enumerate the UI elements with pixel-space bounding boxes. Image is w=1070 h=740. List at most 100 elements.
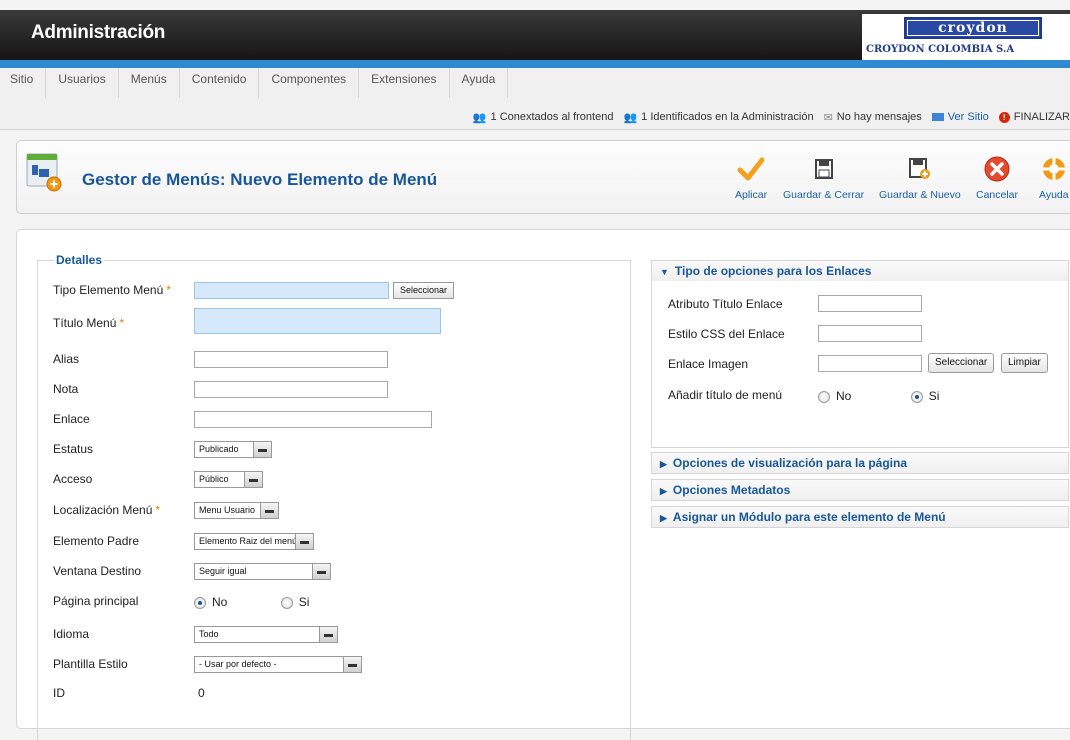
save-close-button[interactable]: Guardar & Cerrar bbox=[783, 153, 864, 201]
tipo-label-text: Tipo Elemento Menú bbox=[53, 283, 164, 297]
plantilla-label: Plantilla Estilo bbox=[53, 657, 128, 671]
titulo-label-text: Título Menú bbox=[53, 316, 117, 330]
monitor-icon bbox=[931, 113, 944, 121]
page-display-pane: ▶ Opciones de visualización para la págin… bbox=[651, 452, 1069, 474]
localizacion-label: Localización Menú * bbox=[53, 503, 183, 517]
apply-button[interactable]: Aplicar bbox=[735, 153, 767, 201]
tipo-input[interactable] bbox=[194, 281, 389, 299]
users-icon: 👥 bbox=[472, 111, 487, 124]
acceso-value: Público bbox=[199, 473, 229, 484]
help-button[interactable]: Ayuda bbox=[1039, 153, 1069, 201]
save-new-label: Guardar & Nuevo bbox=[879, 189, 961, 201]
status-admin-text: 1 Identificados en la Administración bbox=[641, 111, 814, 123]
nota-label: Nota bbox=[53, 382, 79, 396]
anadir-si-label: Si bbox=[928, 389, 940, 403]
cancel-button[interactable]: Cancelar bbox=[976, 153, 1018, 201]
nota-input[interactable] bbox=[194, 380, 388, 398]
menu-item-ayuda[interactable]: Ayuda bbox=[450, 68, 509, 98]
tipo-select-button[interactable]: Seleccionar bbox=[393, 281, 455, 299]
anadir-no-radio[interactable] bbox=[818, 390, 830, 403]
imagen-clear-button[interactable]: Limpiar bbox=[1001, 353, 1048, 373]
module-assign-header[interactable]: ▶ Asignar un Módulo para este elemento de… bbox=[652, 507, 1068, 527]
save-new-button[interactable]: Guardar & Nuevo bbox=[879, 153, 961, 201]
menu-item-extensiones[interactable]: Extensiones bbox=[359, 68, 450, 98]
menu-item-menus[interactable]: Menús bbox=[119, 68, 180, 98]
logo-box: croydon bbox=[904, 17, 1042, 39]
status-admin: 👥 1 Identificados en la Administración bbox=[623, 111, 813, 124]
content-area: Detalles Tipo Elemento Menú * Seleccionar… bbox=[16, 229, 1070, 740]
header-title: Administración bbox=[31, 22, 166, 43]
css-label: Estilo CSS del Enlace bbox=[668, 327, 785, 341]
toolbar: Gestor de Menús: Nuevo Elemento de Menú … bbox=[16, 140, 1070, 214]
metadata-pane: ▶ Opciones Metadatos bbox=[651, 479, 1069, 501]
css-input[interactable] bbox=[818, 325, 922, 342]
enlace-label: Enlace bbox=[53, 412, 90, 426]
padre-select[interactable]: Elemento Raiz del menú bbox=[194, 532, 314, 550]
principal-si-radio[interactable] bbox=[280, 596, 293, 609]
view-site-link[interactable]: Ver Sitio bbox=[931, 111, 989, 123]
logo-subtitle: CROYDON COLOMBIA S.A bbox=[866, 44, 1015, 55]
module-assign-pane: ▶ Asignar un Módulo para este elemento de… bbox=[651, 506, 1069, 528]
acceso-label: Acceso bbox=[53, 472, 93, 486]
cancel-label: Cancelar bbox=[976, 189, 1019, 201]
atributo-label: Atributo Título Enlace bbox=[668, 297, 783, 311]
metadata-title: Opciones Metadatos bbox=[672, 483, 791, 497]
required-mark: * bbox=[155, 503, 161, 517]
imagen-label: Enlace Imagen bbox=[668, 357, 749, 371]
chevron-down-icon bbox=[295, 533, 313, 549]
chevron-down-icon bbox=[244, 471, 262, 487]
estatus-value: Publicado bbox=[199, 443, 239, 454]
enlace-input[interactable] bbox=[194, 410, 432, 428]
plantilla-select[interactable]: - Usar por defecto - bbox=[194, 655, 362, 673]
id-label: ID bbox=[53, 686, 65, 700]
apply-label: Aplicar bbox=[735, 189, 768, 201]
link-options-pane: ▼ Tipo de opciones para los Enlaces Atrib… bbox=[651, 260, 1069, 448]
localizacion-select[interactable]: Menu Usuario bbox=[194, 501, 279, 519]
status-row: 👥 1 Conextados al frontend 👥 1 Identific… bbox=[463, 108, 1070, 126]
details-legend: Detalles bbox=[54, 253, 105, 267]
anadir-si-radio[interactable] bbox=[910, 390, 923, 403]
link-options-header[interactable]: ▼ Tipo de opciones para los Enlaces bbox=[652, 261, 1068, 281]
metadata-header[interactable]: ▶ Opciones Metadatos bbox=[652, 480, 1068, 500]
triangle-right-icon: ▶ bbox=[660, 459, 667, 469]
imagen-select-button[interactable]: Seleccionar bbox=[928, 353, 995, 373]
principal-radios: No Si bbox=[194, 595, 309, 609]
mail-icon: ✉ bbox=[823, 111, 833, 124]
idioma-value: Todo bbox=[199, 628, 219, 639]
triangle-right-icon: ▶ bbox=[660, 513, 667, 523]
chevron-down-icon bbox=[312, 563, 330, 579]
principal-no-radio[interactable] bbox=[194, 596, 206, 609]
acceso-select[interactable]: Público bbox=[194, 470, 263, 488]
chevron-down-icon bbox=[253, 441, 271, 457]
users-icon: 👥 bbox=[623, 111, 638, 124]
menu-item-usuarios[interactable]: Usuarios bbox=[46, 68, 119, 98]
padre-label: Elemento Padre bbox=[53, 534, 140, 548]
titulo-input[interactable] bbox=[194, 308, 441, 334]
chevron-down-icon bbox=[343, 656, 361, 672]
logo-word: croydon bbox=[938, 20, 1008, 36]
triangle-right-icon: ▶ bbox=[660, 486, 667, 496]
principal-si-label: Si bbox=[298, 595, 310, 609]
atributo-input[interactable] bbox=[818, 295, 922, 312]
menu-item-sitio[interactable]: Sitio bbox=[0, 68, 47, 98]
estatus-select[interactable]: Publicado bbox=[194, 440, 272, 458]
logout-link[interactable]: ! FINALIZAR bbox=[998, 111, 1070, 123]
save-new-icon bbox=[879, 153, 961, 185]
ventana-label: Ventana Destino bbox=[53, 564, 142, 578]
tipo-label: Tipo Elemento Menú * bbox=[53, 283, 183, 297]
page-display-header[interactable]: ▶ Opciones de visualización para la págin… bbox=[652, 453, 1068, 473]
alias-label: Alias bbox=[53, 352, 80, 366]
imagen-input[interactable] bbox=[818, 355, 922, 372]
ventana-select[interactable]: Seguir igual bbox=[194, 562, 331, 580]
page-display-title: Opciones de visualización para la página bbox=[672, 456, 907, 470]
menu-item-contenido[interactable]: Contenido bbox=[180, 68, 260, 98]
status-messages[interactable]: ✉ No hay mensajes bbox=[824, 111, 922, 124]
alias-input[interactable] bbox=[194, 350, 388, 368]
header-accent-bar bbox=[0, 60, 1070, 68]
anadir-label: Añadir título de menú bbox=[668, 388, 783, 402]
required-mark: * bbox=[119, 316, 125, 330]
menu-item-componentes[interactable]: Componentes bbox=[259, 68, 360, 98]
idioma-select[interactable]: Todo bbox=[194, 625, 338, 643]
logout-label: FINALIZAR bbox=[1013, 111, 1070, 123]
triangle-down-icon: ▼ bbox=[660, 267, 669, 277]
